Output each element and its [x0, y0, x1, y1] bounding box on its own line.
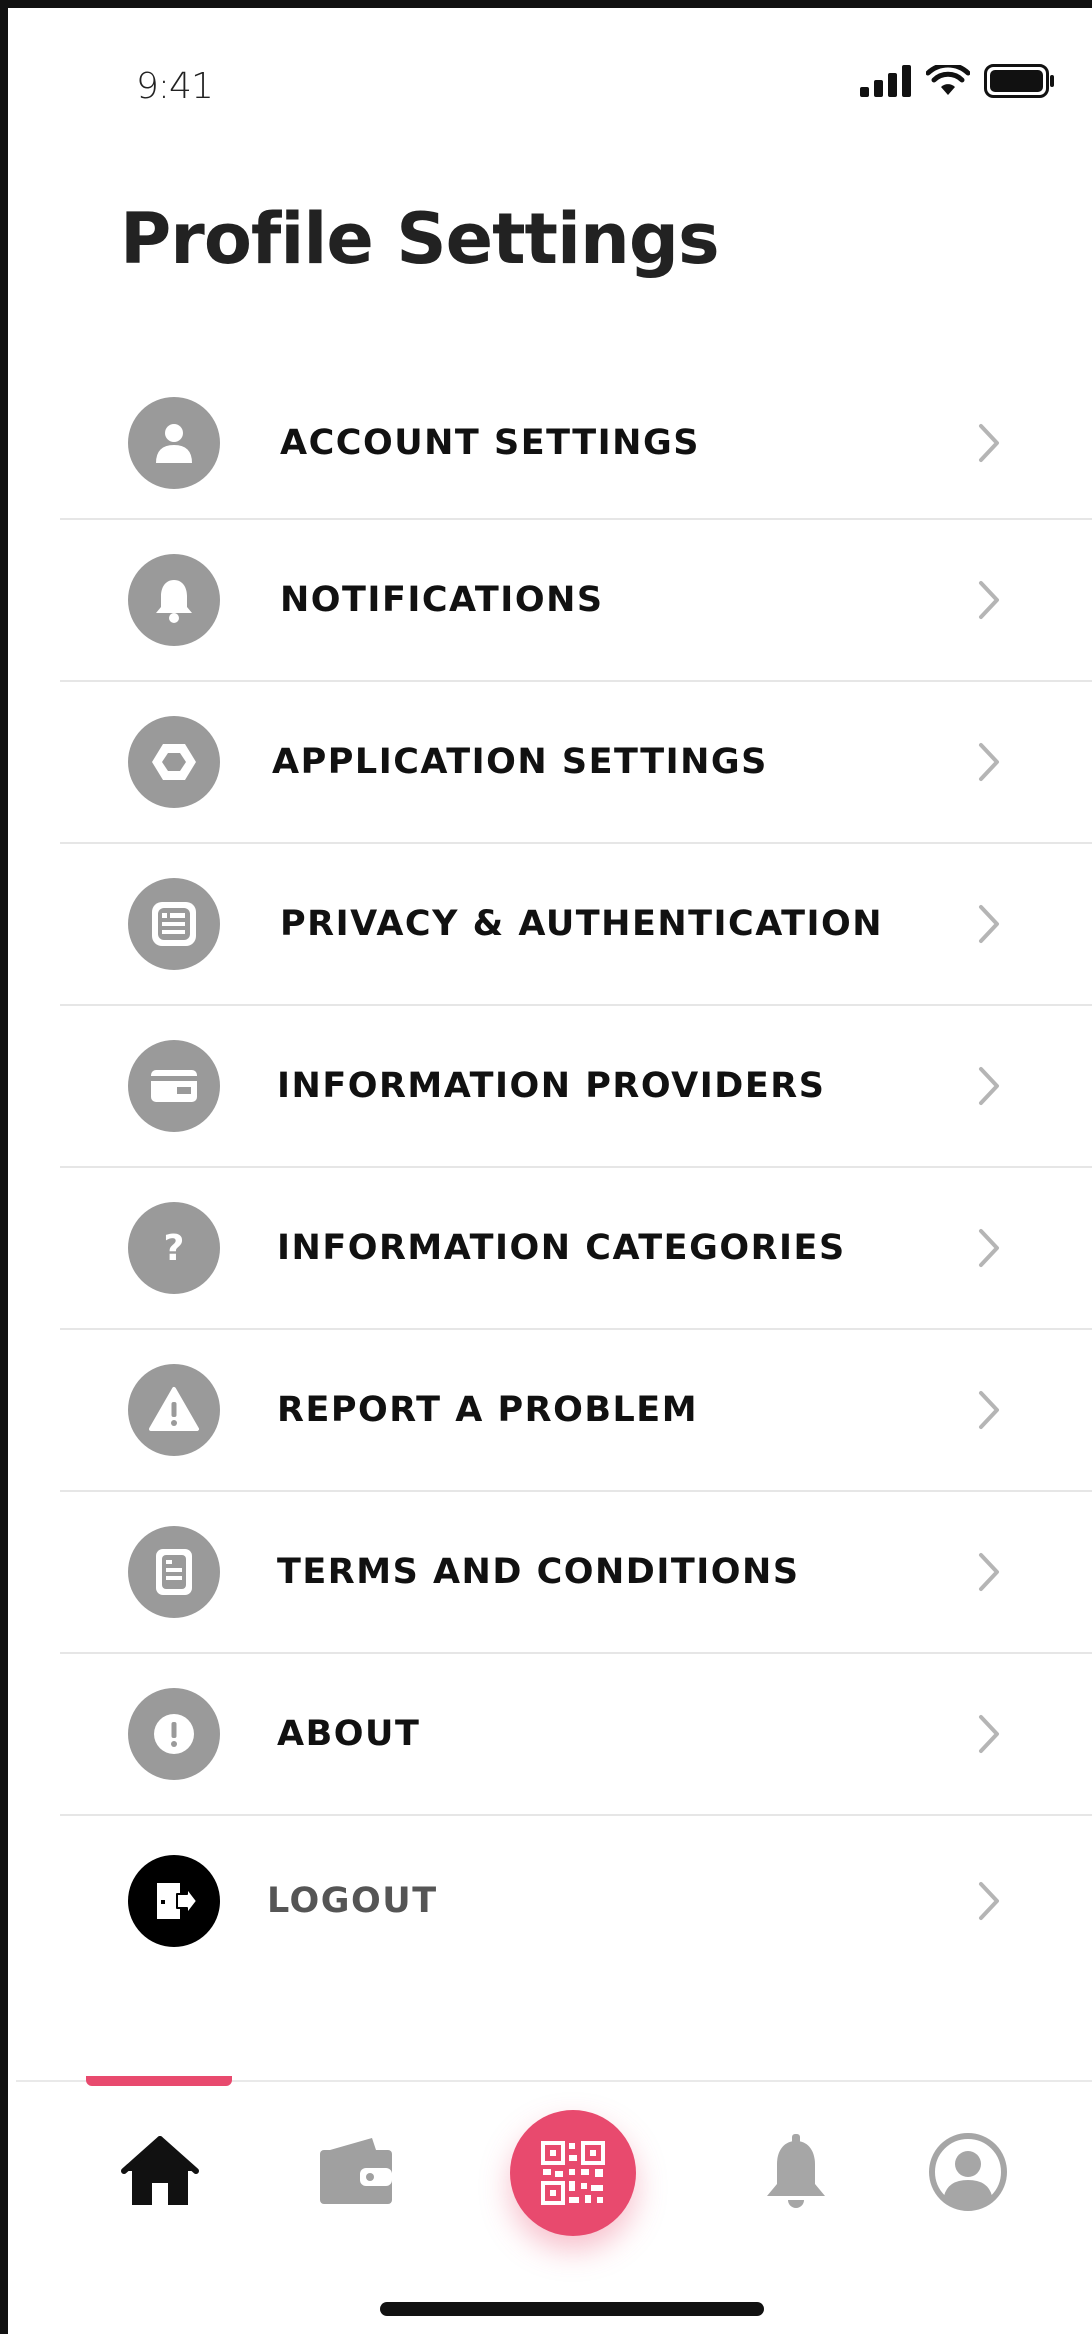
- signal-icon: [860, 65, 911, 97]
- menu-label: INFORMATION CATEGORIES: [277, 1228, 846, 1268]
- hexagon-icon: [128, 716, 220, 808]
- tab-wallet[interactable]: [276, 2132, 436, 2212]
- tab-home[interactable]: [80, 2132, 240, 2212]
- logout-icon: [128, 1855, 220, 1947]
- phone-screen: 9:41 Profile Settings ACCOUNT SETTINGS N…: [0, 0, 1092, 2344]
- bell-icon: [128, 554, 220, 646]
- settings-menu: ACCOUNT SETTINGS NOTIFICATIONS APPLICATI…: [60, 368, 1092, 1986]
- wifi-icon: [926, 65, 970, 95]
- menu-item-about[interactable]: ABOUT: [60, 1654, 1092, 1816]
- chevron-right-icon: [979, 581, 999, 619]
- menu-item-terms-and-conditions[interactable]: TERMS AND CONDITIONS: [60, 1492, 1092, 1654]
- menu-item-notifications[interactable]: NOTIFICATIONS: [60, 520, 1092, 682]
- menu-label: ABOUT: [277, 1714, 421, 1754]
- active-tab-indicator: [86, 2076, 232, 2086]
- warning-icon: [128, 1364, 220, 1456]
- id-card-icon: [128, 878, 220, 970]
- menu-item-logout[interactable]: LOGOUT: [60, 1816, 1092, 1986]
- menu-label: LOGOUT: [267, 1881, 438, 1921]
- bell-icon: [767, 2134, 825, 2208]
- chevron-right-icon: [979, 424, 999, 462]
- status-icons: [860, 64, 1056, 98]
- person-icon: [128, 397, 220, 489]
- chevron-right-icon: [979, 743, 999, 781]
- home-indicator: [380, 2302, 764, 2316]
- menu-label: TERMS AND CONDITIONS: [277, 1552, 800, 1592]
- chevron-right-icon: [979, 1553, 999, 1591]
- exclamation-icon: [128, 1688, 220, 1780]
- chevron-right-icon: [979, 1067, 999, 1105]
- menu-item-account-settings[interactable]: ACCOUNT SETTINGS: [60, 368, 1092, 520]
- chevron-right-icon: [979, 1391, 999, 1429]
- card-icon: [128, 1040, 220, 1132]
- status-time: 9:41: [136, 66, 214, 107]
- scan-qr-button[interactable]: [510, 2110, 636, 2236]
- menu-item-information-providers[interactable]: INFORMATION PROVIDERS: [60, 1006, 1092, 1168]
- menu-item-privacy-authentication[interactable]: PRIVACY & AUTHENTICATION: [60, 844, 1092, 1006]
- wallet-icon: [320, 2138, 392, 2204]
- chevron-right-icon: [979, 1882, 999, 1920]
- menu-label: NOTIFICATIONS: [280, 580, 604, 620]
- menu-label: REPORT A PROBLEM: [277, 1390, 699, 1430]
- menu-label: PRIVACY & AUTHENTICATION: [280, 904, 884, 944]
- chevron-right-icon: [979, 1715, 999, 1753]
- menu-item-information-categories[interactable]: ? INFORMATION CATEGORIES: [60, 1168, 1092, 1330]
- menu-item-application-settings[interactable]: APPLICATION SETTINGS: [60, 682, 1092, 844]
- chevron-right-icon: [979, 1229, 999, 1267]
- user-circle-icon: [929, 2133, 1007, 2211]
- qr-code-icon: [541, 2141, 605, 2205]
- menu-item-report-a-problem[interactable]: REPORT A PROBLEM: [60, 1330, 1092, 1492]
- menu-label: APPLICATION SETTINGS: [272, 742, 768, 782]
- menu-label: ACCOUNT SETTINGS: [280, 423, 700, 463]
- svg-text:?: ?: [164, 1228, 185, 1269]
- chevron-right-icon: [979, 905, 999, 943]
- tab-profile[interactable]: [888, 2128, 1048, 2216]
- menu-label: INFORMATION PROVIDERS: [277, 1066, 826, 1106]
- tab-notifications[interactable]: [716, 2132, 876, 2212]
- page-title: Profile Settings: [120, 198, 720, 280]
- battery-icon: [984, 64, 1054, 98]
- question-icon: ?: [128, 1202, 220, 1294]
- document-icon: [128, 1526, 220, 1618]
- home-icon: [121, 2136, 199, 2205]
